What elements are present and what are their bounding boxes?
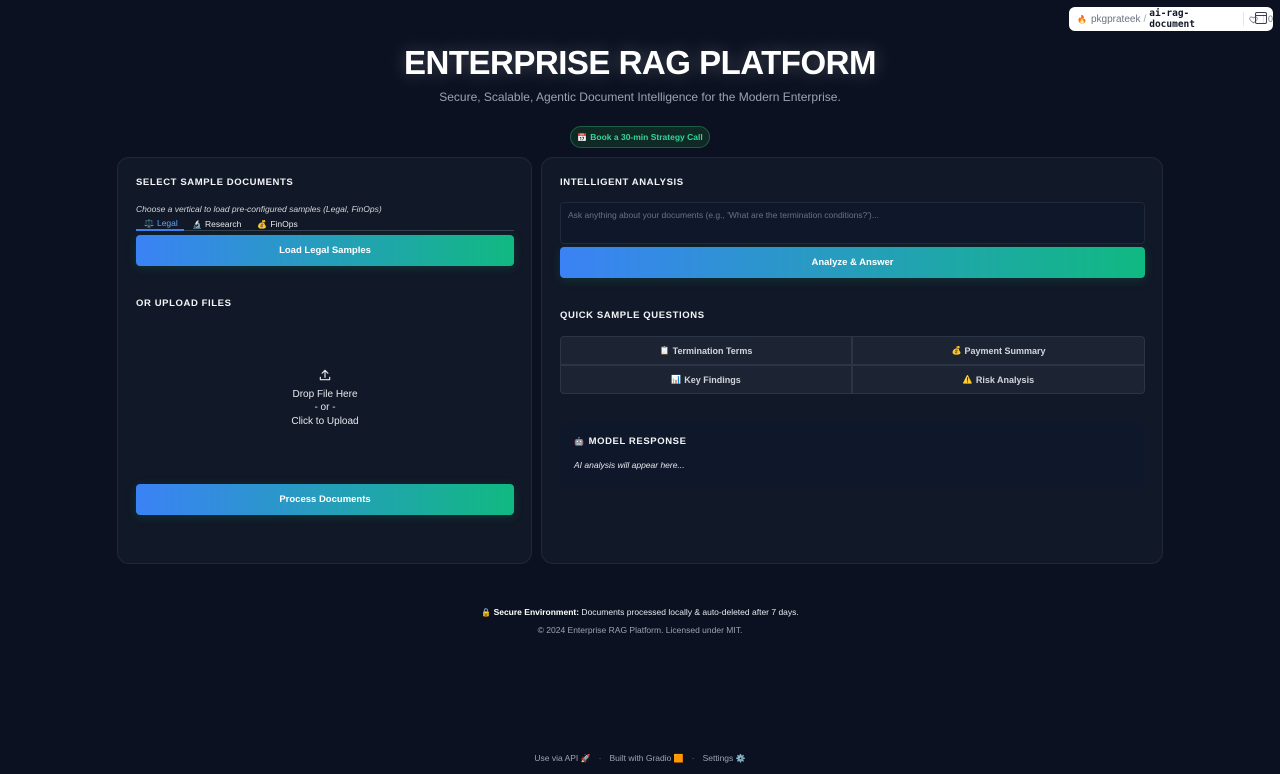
- gear-icon: ⚙️: [735, 754, 746, 763]
- intelligent-analysis-heading: INTELLIGENT ANALYSIS: [560, 177, 684, 188]
- sample-documents-panel: SELECT SAMPLE DOCUMENTS Choose a vertica…: [117, 157, 532, 564]
- bar-chart-icon: 📊: [671, 375, 682, 384]
- scales-icon: ⚖️: [144, 218, 154, 228]
- vertical-tabs: ⚖️ Legal 🔬 Research 💰 FinOps: [136, 215, 514, 231]
- robot-icon: 🤖: [574, 437, 585, 446]
- tab-legal-label: Legal: [156, 218, 178, 228]
- quick-question-label: Key Findings: [684, 374, 741, 385]
- quick-question-key-findings[interactable]: 📊 Key Findings: [560, 365, 852, 394]
- space-repo-name[interactable]: ai-rag-document: [1149, 8, 1235, 30]
- tab-research-label: Research: [204, 219, 242, 229]
- load-samples-button[interactable]: Load Legal Samples: [136, 235, 514, 266]
- strategy-call-label: Book a 30-min Strategy Call: [590, 132, 703, 142]
- secure-label: Secure Environment:: [493, 607, 580, 617]
- space-badge[interactable]: 🔥 pkgprateek / ai-rag-document 0: [1069, 7, 1273, 31]
- footer-separator: ·: [598, 753, 602, 763]
- money-bag-icon: 💰: [257, 219, 268, 229]
- tab-finops[interactable]: 💰 FinOps: [249, 215, 305, 231]
- settings-label: Settings: [702, 753, 734, 763]
- quick-question-risk-analysis[interactable]: ⚠️ Risk Analysis: [852, 365, 1145, 394]
- page-title: ENTERPRISE RAG PLATFORM: [404, 44, 876, 81]
- quick-questions-heading: QUICK SAMPLE QUESTIONS: [560, 310, 705, 321]
- quick-question-label: Payment Summary: [964, 345, 1046, 356]
- calendar-emoji-icon: 📅: [577, 132, 588, 142]
- settings-link[interactable]: Settings ⚙️: [703, 753, 746, 763]
- process-documents-button[interactable]: Process Documents: [136, 484, 514, 515]
- built-with-gradio-label: Built with Gradio: [609, 753, 672, 763]
- warning-icon: ⚠️: [962, 375, 973, 384]
- gradio-footer: Use via API 🚀 · Built with Gradio 🟧 · Se…: [0, 753, 1280, 763]
- question-input[interactable]: Ask anything about your documents (e.g.,…: [560, 202, 1145, 244]
- secure-environment-note: 🔒 Secure Environment: Documents processe…: [0, 607, 1280, 617]
- space-emoji-icon: 🔥: [1077, 14, 1087, 24]
- model-response-title: MODEL RESPONSE: [588, 436, 687, 447]
- select-samples-heading: SELECT SAMPLE DOCUMENTS: [136, 177, 294, 188]
- analyze-answer-button[interactable]: Analyze & Answer: [560, 247, 1145, 278]
- use-api-label: Use via API: [534, 753, 579, 763]
- use-api-link[interactable]: Use via API 🚀: [534, 753, 590, 763]
- quick-question-label: Termination Terms: [672, 345, 753, 356]
- tab-finops-label: FinOps: [270, 219, 298, 229]
- file-upload-dropzone[interactable]: Drop File Here - or - Click to Upload: [136, 318, 514, 478]
- upload-icon: [319, 369, 331, 380]
- analysis-panel: INTELLIGENT ANALYSIS Ask anything about …: [541, 157, 1163, 564]
- footer-separator: ·: [691, 753, 695, 763]
- click-upload-text: Click to Upload: [291, 415, 359, 427]
- drop-file-text: Drop File Here: [292, 388, 358, 400]
- page-subtitle: Secure, Scalable, Agentic Document Intel…: [439, 90, 841, 104]
- clipboard-icon: 📋: [659, 346, 670, 355]
- space-owner[interactable]: pkgprateek: [1091, 14, 1140, 25]
- model-response-text: AI analysis will appear here...: [574, 460, 685, 470]
- quick-question-label: Risk Analysis: [975, 374, 1035, 385]
- vertical-hint: Choose a vertical to load pre-configured…: [136, 204, 382, 214]
- secure-text: Documents processed locally & auto-delet…: [579, 607, 799, 617]
- built-with-gradio-link[interactable]: Built with Gradio 🟧: [609, 753, 683, 763]
- space-separator: /: [1143, 13, 1147, 25]
- copyright-text: © 2024 Enterprise RAG Platform. Licensed…: [537, 625, 743, 635]
- quick-question-termination-terms[interactable]: 📋 Termination Terms: [560, 336, 852, 365]
- gradio-logo-icon: 🟧: [673, 754, 684, 763]
- tab-research[interactable]: 🔬 Research: [184, 215, 249, 231]
- calendar-icon[interactable]: [1255, 12, 1267, 24]
- model-response-heading: 🤖 MODEL RESPONSE: [574, 436, 1131, 447]
- money-bag-icon: 💰: [951, 346, 962, 355]
- or-text: - or -: [314, 402, 336, 414]
- quick-questions-grid: 📋 Termination Terms 💰 Payment Summary 📊 …: [560, 336, 1145, 394]
- strategy-call-button[interactable]: 📅 Book a 30-min Strategy Call: [570, 126, 710, 148]
- model-response-box: 🤖 MODEL RESPONSE AI analysis will appear…: [560, 422, 1145, 488]
- upload-heading: OR UPLOAD FILES: [136, 298, 232, 309]
- tab-legal[interactable]: ⚖️ Legal: [136, 215, 184, 231]
- rocket-icon: 🚀: [580, 754, 591, 763]
- lock-icon: 🔒: [481, 608, 492, 617]
- quick-question-payment-summary[interactable]: 💰 Payment Summary: [852, 336, 1145, 365]
- microscope-icon: 🔬: [192, 219, 202, 229]
